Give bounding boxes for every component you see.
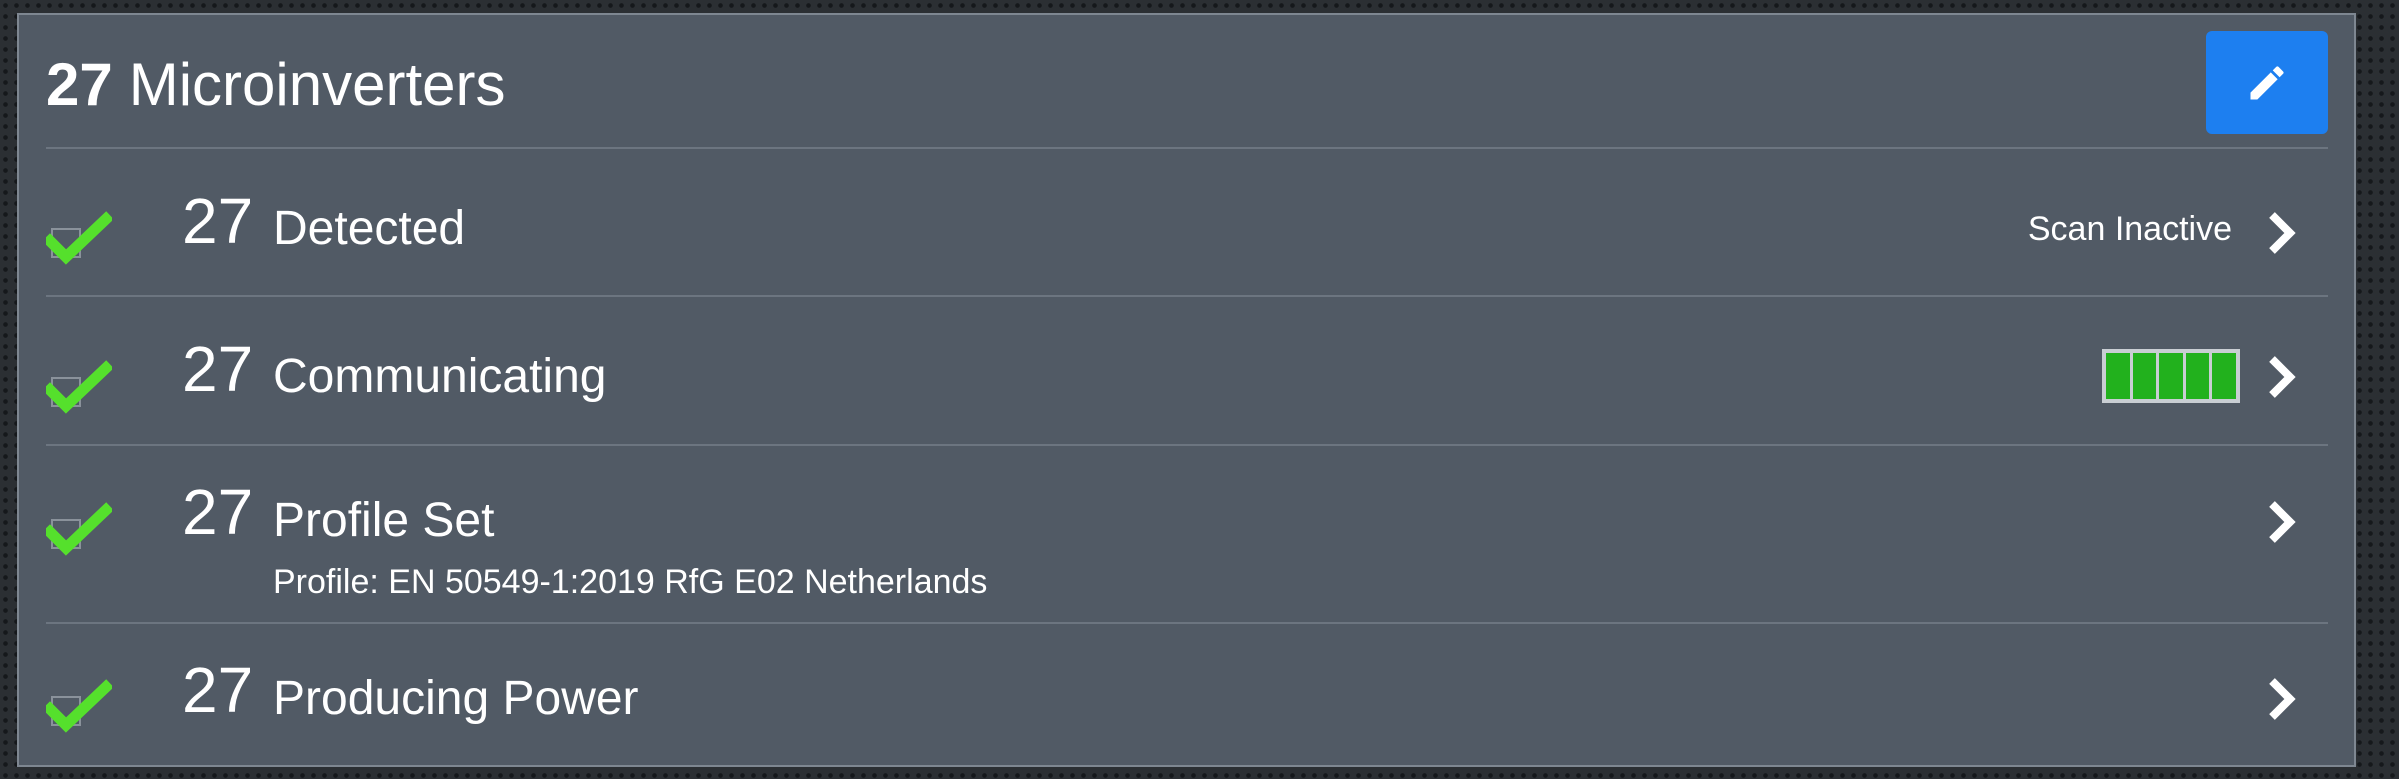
profile-set-count: 27	[182, 476, 254, 548]
row-detected[interactable]: 27 Detected Scan Inactive	[46, 149, 2328, 295]
chevron-right-icon	[2269, 356, 2296, 398]
microinverters-panel: 27 Microinverters 27 Detected Scan Inacti…	[17, 13, 2356, 767]
signal-strength-meter	[2102, 349, 2240, 403]
row-profile-set[interactable]: 27 Profile Set Profile: EN 50549-1:2019 …	[46, 446, 2328, 622]
edit-button[interactable]	[2206, 31, 2328, 134]
microinverter-count: 27	[46, 51, 113, 118]
signal-bar	[2212, 353, 2236, 399]
page-title: 27 Microinverters	[46, 55, 505, 115]
scan-status: Scan Inactive	[2027, 210, 2232, 248]
profile-name: Profile: EN 50549-1:2019 RfG E02 Netherl…	[273, 563, 988, 601]
detected-label: Detected	[273, 202, 466, 255]
detected-count: 27	[182, 185, 254, 257]
signal-bar	[2132, 353, 2157, 399]
signal-bar	[2106, 353, 2130, 399]
row-communicating[interactable]: 27 Communicating	[46, 297, 2328, 444]
signal-bar	[2159, 353, 2183, 399]
chevron-right-icon	[2269, 212, 2296, 254]
checkmark-icon	[46, 211, 112, 265]
signal-bar	[2185, 353, 2210, 399]
panel-header: 27 Microinverters	[19, 15, 2354, 147]
profile-set-label: Profile Set	[273, 494, 495, 547]
row-producing-power[interactable]: 27 Producing Power	[46, 624, 2328, 764]
chevron-right-icon	[2269, 501, 2296, 543]
producing-power-label: Producing Power	[273, 672, 639, 725]
checkmark-icon	[46, 502, 112, 556]
chevron-right-icon	[2269, 678, 2296, 720]
pencil-icon	[2250, 65, 2284, 99]
checkmark-icon	[46, 360, 112, 414]
communicating-label: Communicating	[273, 350, 607, 403]
communicating-count: 27	[182, 333, 254, 405]
producing-power-count: 27	[182, 654, 254, 726]
title-text: Microinverters	[128, 51, 506, 118]
checkmark-icon	[46, 679, 112, 733]
